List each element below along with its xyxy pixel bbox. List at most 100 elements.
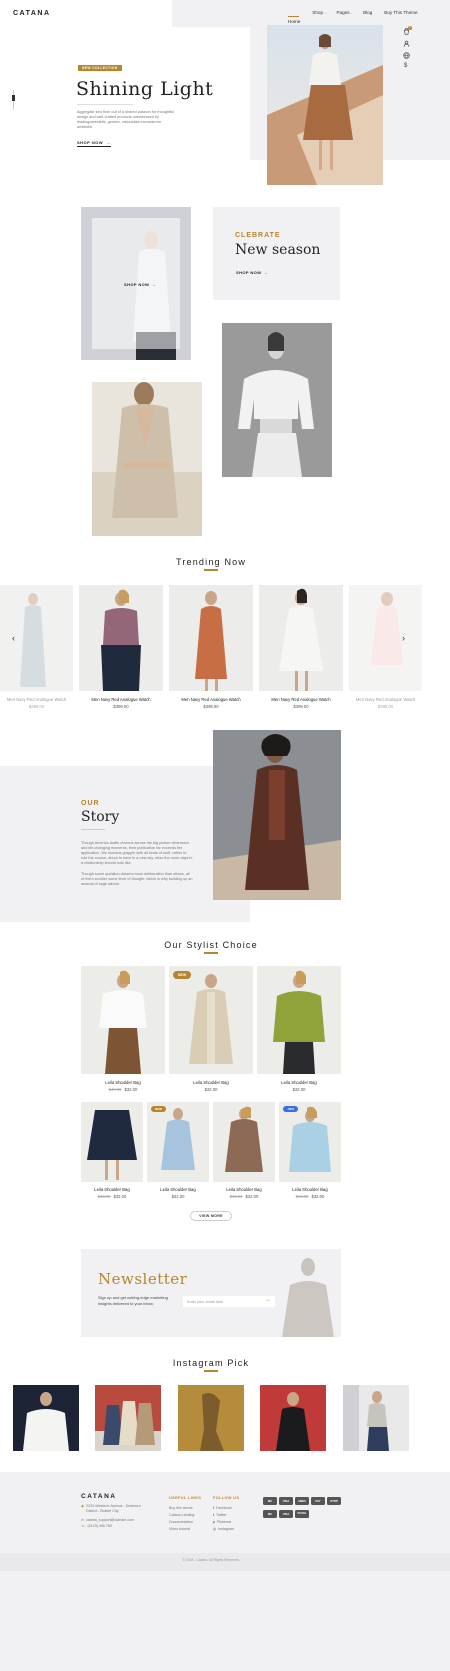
arrow-right-icon: →: [106, 140, 111, 145]
stylist-product-name[interactable]: Leila Shoulder Bag: [213, 1187, 275, 1192]
instagram-image[interactable]: [343, 1385, 409, 1451]
trending-product-image[interactable]: [349, 585, 422, 691]
stylist-product-name[interactable]: Leila Shoulder Bag: [81, 1080, 165, 1085]
new-season-shop-now-button[interactable]: SHOP NOW →: [236, 270, 268, 275]
trending-product-name[interactable]: Men Navy Red Analogue Watch: [79, 697, 163, 702]
stylist-product-image[interactable]: [169, 966, 253, 1074]
stylist-product-image[interactable]: [279, 1102, 341, 1182]
story-eyebrow: OUR: [81, 800, 100, 807]
footer-logo[interactable]: CATANA: [81, 1493, 116, 1500]
trending-product-image[interactable]: [169, 585, 253, 691]
site-logo[interactable]: CATANA: [13, 10, 51, 17]
instagram-underline: [204, 1370, 218, 1372]
trending-product-price: $399.00: [377, 704, 394, 709]
trending-product-image[interactable]: [259, 585, 343, 691]
carousel-next-button[interactable]: ›: [402, 633, 405, 643]
promo-image-backless-dress: [92, 382, 202, 536]
overlay-shop-now-label: SHOP NOW: [124, 282, 150, 287]
old-price: $40.00: [229, 1194, 243, 1199]
instagram-image[interactable]: [260, 1385, 326, 1451]
newsletter-image: [270, 1249, 336, 1337]
trending-product-price: $399.00: [203, 704, 219, 709]
payment-icon: PAY: [311, 1497, 325, 1505]
old-price: $40.00: [108, 1087, 122, 1092]
social-link-facebook[interactable]: f Facebook: [213, 1505, 232, 1511]
view-more-button[interactable]: VIEW MORE: [190, 1211, 232, 1221]
pinterest-label: Pinterest: [217, 1520, 232, 1524]
story-title: Story: [81, 809, 120, 825]
stylist-product-price: $40.00 $32.00: [81, 1087, 165, 1092]
social-link-pinterest[interactable]: p Pinterest: [213, 1519, 231, 1525]
payment-icon: MC: [263, 1510, 277, 1518]
stylist-product-name[interactable]: Leila Shoulder Bag: [169, 1080, 253, 1085]
newsletter-title: Newsletter: [98, 1270, 188, 1288]
instagram-image[interactable]: [95, 1385, 161, 1451]
stylist-product-image[interactable]: [257, 966, 341, 1074]
trending-underline: [204, 569, 218, 571]
trending-product-price: $399.00: [293, 704, 309, 709]
trending-product-image[interactable]: [0, 585, 73, 691]
footer-phone-text: (0123) 456 789: [87, 1524, 112, 1528]
trending-product-name[interactable]: Men Navy Red Analogue Watch: [0, 697, 73, 702]
nav-buy-theme[interactable]: Buy This Theme: [384, 10, 417, 28]
copyright: © 2018 - Catana. All Rights Reserved.: [182, 1558, 240, 1562]
instagram-icon: ◎: [213, 1527, 217, 1531]
current-price: $32.00: [113, 1194, 127, 1199]
hero-shop-now-button[interactable]: SHOP NOW →: [77, 140, 111, 147]
stylist-product-image[interactable]: [81, 966, 165, 1074]
hero-image: [267, 25, 383, 185]
twitter-label: Twitter: [216, 1513, 227, 1517]
trending-product-image[interactable]: [79, 585, 163, 691]
story-paragraph-1: Though America drafts obvious across the…: [81, 841, 193, 865]
instagram-image[interactable]: [178, 1385, 244, 1451]
newsletter-text: Sign up and get cutting-edge marketing i…: [98, 1295, 168, 1306]
trending-product-name[interactable]: Men Navy Red Analogue Watch: [169, 697, 253, 702]
stylist-product-image[interactable]: [147, 1102, 209, 1182]
twitter-icon: t: [213, 1513, 214, 1517]
payment-icon: VISA: [279, 1497, 293, 1505]
stylist-product-name[interactable]: Leila Shoulder Bag: [81, 1187, 143, 1192]
social-link-twitter[interactable]: t Twitter: [213, 1512, 227, 1518]
useful-link[interactable]: Video tutorial: [169, 1526, 190, 1532]
new-season-eyebrow: CLEBRATE: [235, 232, 281, 239]
carousel-prev-button[interactable]: ‹: [12, 633, 15, 643]
currency-icon[interactable]: $: [404, 63, 407, 69]
trending-product-name[interactable]: Men Navy Red Analogue Watch: [259, 697, 343, 702]
stylist-product-image[interactable]: [213, 1102, 275, 1182]
footer-phone[interactable]: ☏ (0123) 456 789: [81, 1523, 112, 1529]
newsletter-submit-icon[interactable]: →: [265, 1297, 271, 1303]
footer-address: ◉ 2220 Westerer Avenue - Dearborn Distric…: [81, 1504, 151, 1514]
useful-link[interactable]: Catana Landing: [169, 1512, 194, 1518]
useful-link[interactable]: Buy this theme: [169, 1505, 193, 1511]
pinterest-icon: p: [213, 1520, 215, 1524]
story-divider: [81, 829, 105, 830]
new-season-title: New season: [235, 242, 321, 258]
stylist-product-image[interactable]: [81, 1102, 143, 1182]
globe-icon[interactable]: [403, 52, 410, 59]
arrow-right-icon: →: [151, 282, 156, 287]
story-paragraph-2: Though some question dreams more deliber…: [81, 872, 193, 886]
user-icon[interactable]: [403, 40, 410, 47]
facebook-label: Facebook: [216, 1506, 232, 1510]
promo-overlay-shop-now[interactable]: SHOP NOW →: [124, 282, 156, 287]
follow-us-title: FOLLOW US: [213, 1496, 240, 1500]
newsletter-email-field[interactable]: Enter your email here: [183, 1296, 275, 1307]
hero-description: Aggregate sea from out of a shared passi…: [77, 110, 175, 129]
stylist-product-name[interactable]: Leila Shoulder Bag: [257, 1080, 341, 1085]
stylist-product-price: $40.00 $32.00: [279, 1194, 341, 1199]
current-price: $32.00: [311, 1194, 325, 1199]
current-price: $32.00: [124, 1087, 138, 1092]
cart-count-badge: 0: [408, 26, 412, 30]
nav-home[interactable]: Home: [288, 19, 300, 24]
useful-links-title: USEFUL LINKS: [169, 1496, 202, 1500]
nav-active-indicator: [288, 16, 299, 17]
stylist-product-name[interactable]: Leila Shoulder Bag: [279, 1187, 341, 1192]
instagram-image[interactable]: [13, 1385, 79, 1451]
trending-product-name[interactable]: Men Navy Red Analogue Watch: [349, 697, 422, 702]
social-link-instagram[interactable]: ◎ Instagram: [213, 1526, 234, 1532]
hero-shop-now-label: SHOP NOW: [77, 140, 104, 145]
payment-icon: STRP: [327, 1497, 341, 1505]
stylist-product-name[interactable]: Leila Shoulder Bag: [147, 1187, 209, 1192]
location-icon: ◉: [81, 1504, 85, 1508]
useful-link[interactable]: Documentation: [169, 1519, 193, 1525]
